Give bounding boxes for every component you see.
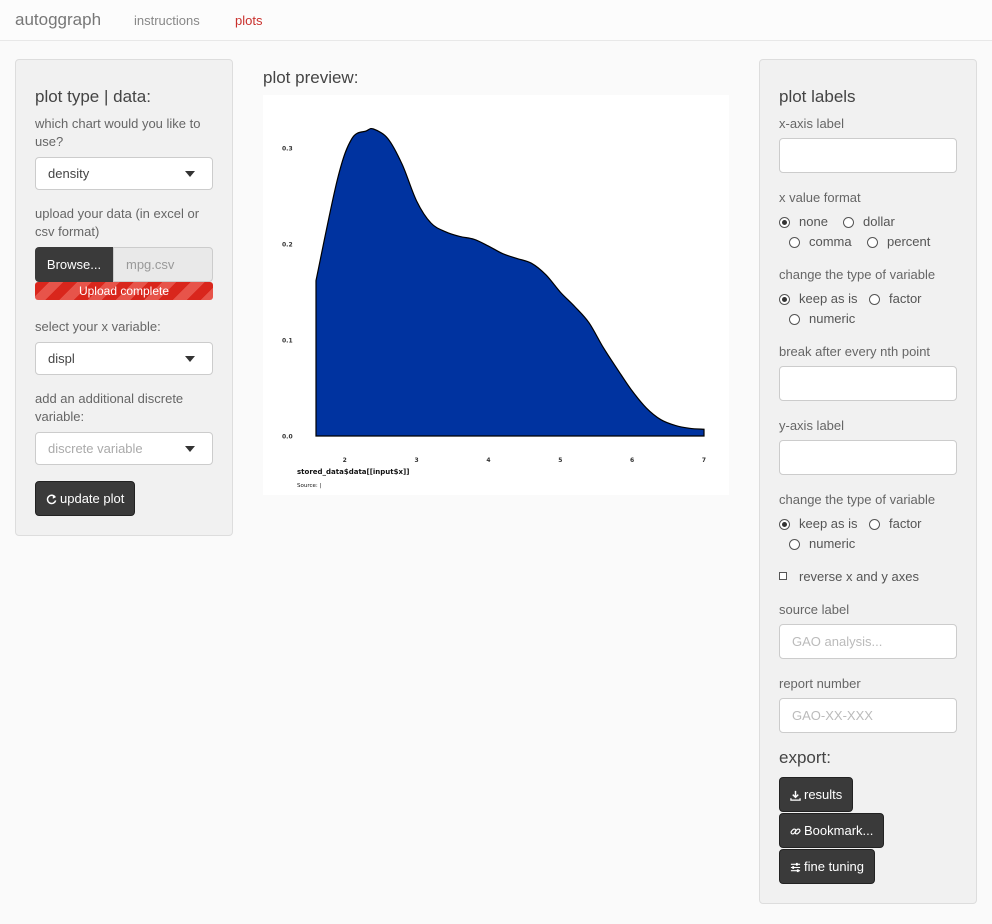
x-variable-value: displ bbox=[48, 351, 75, 366]
report-number-caption: report number bbox=[779, 676, 861, 691]
radio-label: numeric bbox=[809, 311, 856, 326]
sliders-icon bbox=[790, 862, 801, 873]
file-name-field: mpg.csv bbox=[113, 247, 213, 282]
x-tick-label: 5 bbox=[558, 457, 562, 464]
report-number-input[interactable]: GAO-XX-XXX bbox=[779, 698, 957, 733]
break-label: break after every nth point bbox=[779, 344, 931, 359]
radio-label: factor bbox=[889, 291, 922, 306]
x-tick-label: 2 bbox=[343, 457, 347, 464]
chevron-down-icon bbox=[185, 356, 195, 362]
fine-tuning-label: fine tuning bbox=[804, 859, 864, 874]
radio-x-factor[interactable] bbox=[869, 294, 880, 305]
source-label-caption: source label bbox=[779, 602, 850, 617]
plot-preview-area: 0.0 0.1 0.2 0.3 2 3 4 5 6 7 stored_data$data[[in… bbox=[263, 95, 729, 495]
x-value-format-label: x value format bbox=[779, 190, 861, 205]
radio-label: none bbox=[799, 214, 828, 229]
x-axis-label-caption: x-axis label bbox=[779, 116, 845, 131]
tab-plots[interactable]: plots bbox=[235, 13, 262, 28]
browse-button[interactable]: Browse... bbox=[35, 247, 113, 282]
density-chart: 0.0 0.1 0.2 0.3 2 3 4 5 6 7 stored_data$data[[in… bbox=[282, 127, 706, 489]
y-tick-label: 0.3 bbox=[282, 146, 293, 153]
radio-x-numeric[interactable] bbox=[789, 314, 800, 325]
x-variable-type-label: change the type of variable bbox=[779, 267, 936, 282]
plot-type-title: plot type | data: bbox=[35, 87, 151, 106]
update-plot-button[interactable]: update plot bbox=[35, 481, 136, 516]
radio-label: keep as is bbox=[799, 291, 858, 306]
plot-preview-title: plot preview: bbox=[263, 68, 359, 87]
export-title: export: bbox=[779, 748, 831, 767]
discrete-variable-select[interactable]: discrete variable bbox=[35, 432, 213, 465]
break-input[interactable] bbox=[779, 366, 957, 401]
radio-format-comma[interactable] bbox=[789, 237, 800, 248]
radio-label: numeric bbox=[809, 536, 856, 551]
density-area bbox=[315, 127, 705, 437]
navbar: autoggraph instructions plots bbox=[0, 0, 992, 41]
y-variable-type-label: change the type of variable bbox=[779, 492, 936, 507]
reverse-axes-checkbox[interactable] bbox=[779, 572, 787, 580]
y-axis-label-caption: y-axis label bbox=[779, 418, 845, 433]
results-label: results bbox=[804, 787, 843, 802]
discrete-variable-label: add an additional discrete variable: bbox=[35, 391, 184, 424]
x-tick-label: 6 bbox=[630, 457, 634, 464]
radio-label: factor bbox=[889, 516, 922, 531]
radio-format-none[interactable] bbox=[779, 217, 790, 228]
discrete-variable-placeholder: discrete variable bbox=[48, 441, 143, 456]
upload-label: upload your data (in excel or csv format… bbox=[35, 206, 200, 239]
source-label-input[interactable]: GAO analysis... bbox=[779, 624, 957, 659]
chart-type-value: density bbox=[48, 166, 90, 181]
y-tick-label: 0.1 bbox=[282, 338, 293, 345]
radio-label: dollar bbox=[863, 214, 895, 229]
upload-progress-bar: Upload complete bbox=[35, 282, 213, 300]
tab-instructions[interactable]: instructions bbox=[134, 13, 200, 28]
radio-x-keep[interactable] bbox=[779, 294, 790, 305]
x-variable-label: select your x variable: bbox=[35, 319, 161, 334]
source-caption: Source: | bbox=[297, 483, 321, 489]
y-tick-label: 0.0 bbox=[282, 434, 293, 441]
app-brand[interactable]: autoggraph bbox=[15, 10, 101, 30]
bookmark-button[interactable]: Bookmark... bbox=[779, 813, 885, 848]
download-results-button[interactable]: results bbox=[779, 777, 854, 812]
x-axis-label-input[interactable] bbox=[779, 138, 957, 173]
y-tick-label: 0.2 bbox=[282, 242, 293, 249]
chevron-down-icon bbox=[185, 171, 195, 177]
radio-y-factor[interactable] bbox=[869, 519, 880, 530]
radio-y-numeric[interactable] bbox=[789, 539, 800, 550]
radio-y-keep[interactable] bbox=[779, 519, 790, 530]
update-plot-label: update plot bbox=[60, 491, 125, 506]
y-axis-label-input[interactable] bbox=[779, 440, 957, 475]
plot-labels-title: plot labels bbox=[779, 87, 856, 106]
chart-type-select[interactable]: density bbox=[35, 157, 213, 190]
fine-tuning-button[interactable]: fine tuning bbox=[779, 849, 875, 884]
chevron-down-icon bbox=[185, 446, 195, 452]
radio-label: percent bbox=[887, 234, 931, 249]
refresh-icon bbox=[46, 494, 57, 505]
bookmark-label: Bookmark... bbox=[804, 823, 874, 838]
radio-format-dollar[interactable] bbox=[843, 217, 854, 228]
x-variable-select[interactable]: displ bbox=[35, 342, 213, 375]
x-tick-label: 7 bbox=[702, 457, 706, 464]
download-icon bbox=[790, 790, 801, 801]
x-tick-label: 4 bbox=[486, 457, 490, 464]
chart-question-label: which chart would you like to use? bbox=[35, 116, 201, 149]
link-icon bbox=[790, 828, 801, 835]
radio-label: comma bbox=[809, 234, 852, 249]
radio-label: keep as is bbox=[799, 516, 858, 531]
x-axis-caption: stored_data$data[[input$x]] bbox=[297, 468, 409, 476]
radio-format-percent[interactable] bbox=[867, 237, 878, 248]
reverse-axes-label: reverse x and y axes bbox=[799, 569, 919, 584]
x-tick-label: 3 bbox=[414, 457, 418, 464]
